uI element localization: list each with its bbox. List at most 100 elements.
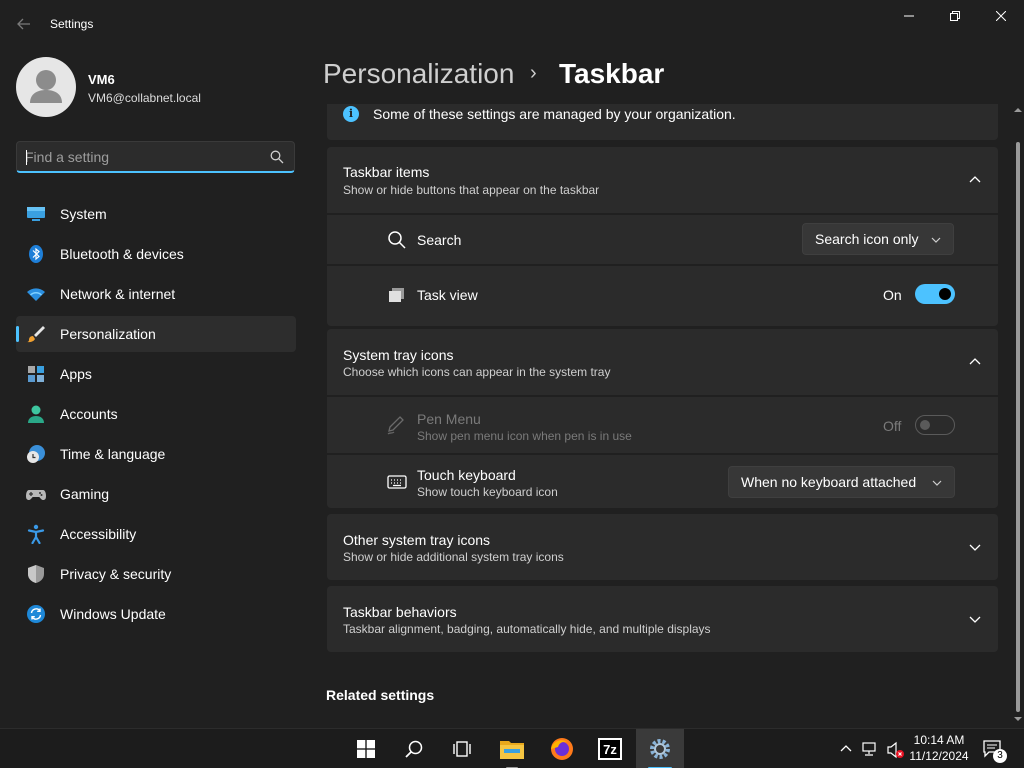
app-title: Settings bbox=[50, 17, 94, 31]
file-explorer-icon bbox=[500, 741, 524, 759]
task-view-icon bbox=[453, 741, 471, 757]
restore-icon bbox=[950, 11, 960, 21]
setting-row-task-view: Task view On bbox=[327, 266, 998, 326]
clock-globe-icon bbox=[27, 445, 45, 463]
settings-taskbar-button[interactable] bbox=[636, 729, 684, 768]
accessibility-icon bbox=[27, 524, 45, 544]
back-button[interactable] bbox=[10, 10, 38, 38]
nav-item-time-language[interactable]: Time & language bbox=[16, 436, 296, 472]
nav-label: Network & internet bbox=[60, 286, 176, 302]
setting-row-pen-menu: Pen Menu Show pen menu icon when pen is … bbox=[327, 397, 998, 453]
toggle-knob bbox=[920, 420, 930, 430]
start-icon bbox=[357, 740, 375, 758]
taskbar-search-button[interactable] bbox=[390, 729, 438, 768]
start-button[interactable] bbox=[342, 729, 390, 768]
7zip-icon: 7z bbox=[598, 738, 622, 760]
title-bar: Settings bbox=[0, 0, 1024, 48]
setting-label: Touch keyboard bbox=[417, 467, 516, 483]
nav-label: Windows Update bbox=[60, 606, 166, 622]
related-settings-heading: Related settings bbox=[326, 687, 435, 703]
file-explorer-button[interactable] bbox=[488, 729, 536, 768]
nav-item-accounts[interactable]: Accounts bbox=[16, 396, 296, 432]
close-button[interactable] bbox=[978, 0, 1024, 32]
page-title: Taskbar bbox=[559, 58, 665, 89]
nav-label: System bbox=[60, 206, 107, 222]
info-icon: i bbox=[343, 106, 359, 122]
search-input[interactable] bbox=[25, 147, 255, 167]
scroll-down-arrow-icon[interactable] bbox=[1014, 715, 1022, 723]
notification-count-badge: 3 bbox=[993, 749, 1007, 763]
user-name: VM6 bbox=[88, 72, 115, 87]
task-view-button[interactable] bbox=[438, 729, 486, 768]
scrollbar[interactable] bbox=[1013, 104, 1023, 724]
setting-label: Search bbox=[417, 232, 462, 248]
scroll-up-arrow-icon[interactable] bbox=[1014, 106, 1022, 114]
chevron-down-icon bbox=[969, 616, 981, 623]
restore-button[interactable] bbox=[932, 0, 978, 32]
nav-item-accessibility[interactable]: Accessibility bbox=[16, 516, 296, 552]
section-taskbar-behaviors[interactable]: Taskbar behaviors Taskbar alignment, bad… bbox=[327, 586, 998, 652]
nav-item-bluetooth[interactable]: Bluetooth & devices bbox=[16, 236, 296, 272]
section-system-tray-icons[interactable]: System tray icons Choose which icons can… bbox=[327, 329, 998, 395]
settings-icon bbox=[650, 739, 670, 759]
section-title: Taskbar items bbox=[343, 164, 430, 180]
pen-menu-toggle[interactable] bbox=[915, 415, 955, 435]
scroll-thumb[interactable] bbox=[1016, 142, 1020, 712]
nav-label: Personalization bbox=[60, 326, 156, 342]
clock-time[interactable]: 10:14 AM bbox=[904, 733, 974, 747]
section-title: System tray icons bbox=[343, 347, 454, 363]
nav-item-personalization[interactable]: Personalization bbox=[16, 316, 296, 352]
apps-icon bbox=[28, 366, 44, 382]
task-view-icon bbox=[389, 288, 404, 302]
chevron-down-icon bbox=[969, 544, 981, 551]
setting-label: Task view bbox=[417, 287, 478, 303]
search-icon bbox=[388, 231, 406, 249]
back-arrow-icon bbox=[17, 18, 30, 30]
clock-date[interactable]: 11/12/2024 bbox=[904, 749, 974, 763]
setting-description: Show pen menu icon when pen is in use bbox=[417, 429, 632, 443]
nav-item-apps[interactable]: Apps bbox=[16, 356, 296, 392]
setting-row-touch-keyboard: Touch keyboard Show touch keyboard icon … bbox=[327, 455, 998, 508]
task-view-toggle[interactable] bbox=[915, 284, 955, 304]
wifi-icon bbox=[27, 288, 45, 301]
org-notice-text: Some of these settings are managed by yo… bbox=[373, 106, 736, 122]
nav-item-gaming[interactable]: Gaming bbox=[16, 476, 296, 512]
chevron-up-icon bbox=[969, 358, 981, 365]
notification-center-button[interactable]: 3 bbox=[980, 737, 1008, 763]
tray-overflow-chevron-icon[interactable] bbox=[840, 743, 852, 753]
search-icon[interactable] bbox=[270, 150, 284, 164]
avatar[interactable] bbox=[16, 57, 76, 117]
search-mode-dropdown[interactable]: Search icon only bbox=[802, 223, 954, 255]
pen-icon bbox=[387, 416, 404, 435]
bluetooth-icon bbox=[29, 245, 43, 263]
taskbar: 7z 10:14 AM 11/12/2024 3 bbox=[0, 728, 1024, 768]
network-disconnected-icon[interactable] bbox=[862, 741, 880, 757]
selection-indicator bbox=[16, 326, 19, 342]
chevron-down-icon bbox=[931, 237, 941, 243]
touch-keyboard-dropdown[interactable]: When no keyboard attached bbox=[728, 466, 955, 498]
update-icon bbox=[27, 605, 45, 623]
volume-muted-icon[interactable] bbox=[886, 741, 906, 759]
text-caret bbox=[26, 150, 27, 165]
setting-description: Show touch keyboard icon bbox=[417, 485, 558, 499]
setting-label: Pen Menu bbox=[417, 411, 481, 427]
firefox-button[interactable] bbox=[538, 729, 586, 768]
section-other-tray-icons[interactable]: Other system tray icons Show or hide add… bbox=[327, 514, 998, 580]
nav-label: Time & language bbox=[60, 446, 166, 462]
nav-item-network[interactable]: Network & internet bbox=[16, 276, 296, 312]
dropdown-value: When no keyboard attached bbox=[741, 474, 917, 490]
minimize-button[interactable] bbox=[886, 0, 932, 32]
nav-label: Apps bbox=[60, 366, 92, 382]
search-box[interactable] bbox=[16, 141, 295, 173]
breadcrumb-parent[interactable]: Personalization bbox=[323, 58, 514, 90]
section-taskbar-items[interactable]: Taskbar items Show or hide buttons that … bbox=[327, 147, 998, 213]
close-icon bbox=[996, 11, 1006, 21]
section-title: Other system tray icons bbox=[343, 532, 491, 548]
breadcrumb-separator: › bbox=[530, 62, 537, 84]
nav-item-privacy-security[interactable]: Privacy & security bbox=[16, 556, 296, 592]
shield-icon bbox=[28, 565, 44, 583]
nav-item-windows-update[interactable]: Windows Update bbox=[16, 596, 296, 632]
toggle-state-text: Off bbox=[883, 418, 902, 434]
7zip-button[interactable]: 7z bbox=[586, 729, 634, 768]
nav-item-system[interactable]: System bbox=[16, 196, 296, 232]
